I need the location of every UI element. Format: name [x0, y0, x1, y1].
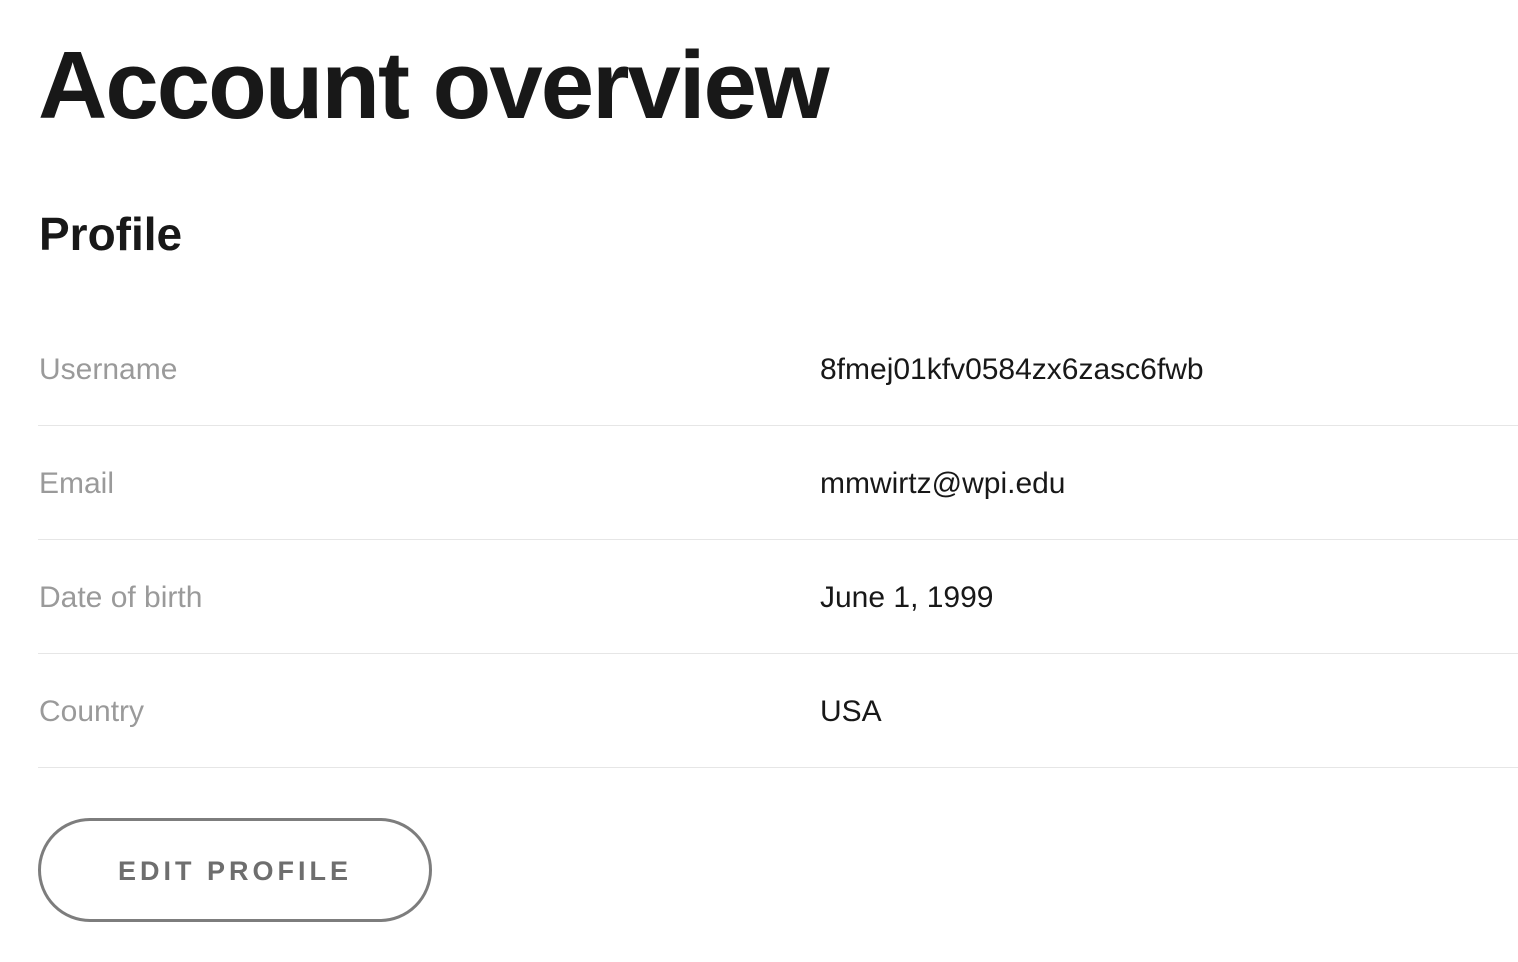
date-of-birth-label: Date of birth [39, 581, 203, 614]
email-value: mmwirtz@wpi.edu [820, 467, 1066, 500]
profile-section-title: Profile [39, 208, 183, 260]
email-label: Email [39, 467, 115, 500]
profile-row-date-of-birth: Date of birth June 1, 1999 [38, 540, 1518, 654]
edit-profile-button[interactable]: EDIT PROFILE [38, 818, 432, 922]
profile-table: Username 8fmej01kfv0584zx6zasc6fwb Email… [38, 312, 1518, 768]
country-value: USA [820, 695, 882, 728]
username-value: 8fmej01kfv0584zx6zasc6fwb [820, 353, 1204, 386]
date-of-birth-value: June 1, 1999 [820, 581, 994, 614]
profile-row-username: Username 8fmej01kfv0584zx6zasc6fwb [38, 312, 1518, 426]
profile-row-email: Email mmwirtz@wpi.edu [38, 426, 1518, 540]
page-title: Account overview [38, 32, 830, 139]
country-label: Country [39, 695, 145, 728]
account-overview-page: Account overview Profile Username 8fmej0… [0, 0, 1518, 962]
username-label: Username [39, 353, 178, 386]
profile-row-country: Country USA [38, 654, 1518, 768]
